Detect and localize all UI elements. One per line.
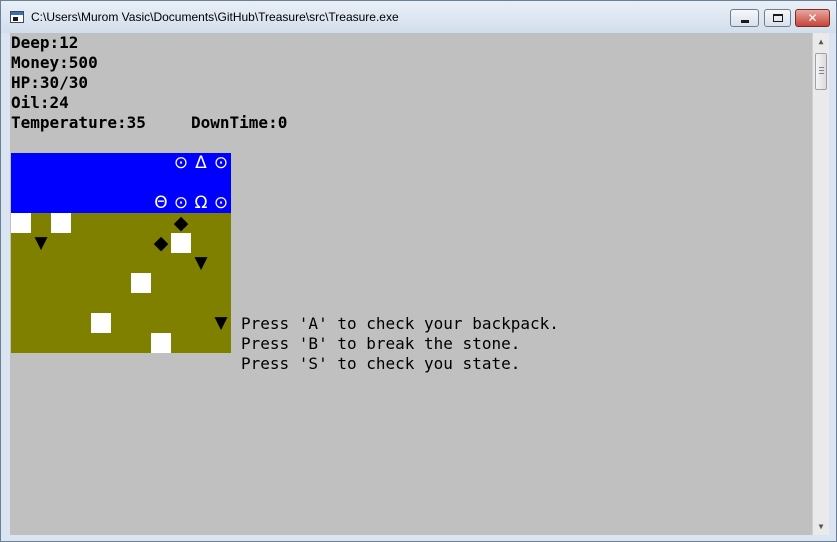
sky-symbol-theta: Θ bbox=[154, 193, 168, 213]
console-area: Deep:12 Money:500 HP:30/30 Oil:24 Temper… bbox=[10, 33, 812, 535]
console-window: C:\Users\Murom Vasic\Documents\GitHub\Tr… bbox=[0, 0, 837, 542]
help-break-stone: Press 'B' to break the stone. bbox=[241, 334, 521, 353]
down-triangle-icon: ▼ bbox=[194, 253, 208, 273]
sky-symbol-circle-dot: ⊙ bbox=[213, 193, 229, 213]
maximize-icon bbox=[773, 14, 783, 22]
temperature-stat: Temperature:35 bbox=[11, 113, 146, 132]
deep-stat: Deep:12 bbox=[11, 33, 79, 52]
scroll-down-arrow-icon[interactable]: ▼ bbox=[813, 518, 829, 535]
downtime-stat: DownTime:0 bbox=[191, 113, 288, 132]
close-button[interactable]: ✕ bbox=[795, 9, 830, 27]
treasure-diamond-icon: ◆ bbox=[173, 212, 189, 234]
stone-block bbox=[51, 213, 71, 233]
stone-block bbox=[171, 233, 191, 253]
scroll-up-arrow-icon[interactable]: ▲ bbox=[813, 33, 829, 50]
sky-symbol-circle-dot: ⊙ bbox=[173, 193, 189, 213]
minimize-button[interactable] bbox=[730, 9, 759, 27]
game-map: ⊙ Δ ⊙ Θ ⊙ Ω ⊙ ◆ ◆ ▼ ▼ ▼ bbox=[11, 153, 231, 353]
sky-symbol-circle-dot: ⊙ bbox=[173, 153, 189, 173]
stone-block bbox=[131, 273, 151, 293]
hp-stat: HP:30/30 bbox=[11, 73, 89, 92]
sky-symbol-circle-dot: ⊙ bbox=[213, 153, 229, 173]
down-triangle-icon: ▼ bbox=[34, 233, 48, 253]
treasure-diamond-icon: ◆ bbox=[153, 232, 169, 254]
down-triangle-icon: ▼ bbox=[214, 313, 228, 333]
vertical-scrollbar[interactable]: ▲ ▼ bbox=[812, 33, 829, 535]
scrollbar-thumb[interactable] bbox=[815, 53, 827, 90]
window-title: C:\Users\Murom Vasic\Documents\GitHub\Tr… bbox=[31, 10, 399, 24]
stone-block bbox=[11, 213, 31, 233]
sky-area: ⊙ Δ ⊙ Θ ⊙ Ω ⊙ bbox=[11, 153, 231, 213]
minimize-icon bbox=[741, 20, 749, 23]
close-icon: ✕ bbox=[807, 11, 818, 25]
console-app-icon[interactable] bbox=[10, 11, 24, 23]
maximize-button[interactable] bbox=[764, 9, 791, 27]
stone-block bbox=[91, 313, 111, 333]
sky-symbol-delta: Δ bbox=[195, 153, 207, 173]
title-bar[interactable]: C:\Users\Murom Vasic\Documents\GitHub\Tr… bbox=[1, 1, 836, 33]
help-backpack: Press 'A' to check your backpack. bbox=[241, 314, 559, 333]
ground-area: ◆ ◆ ▼ ▼ ▼ bbox=[11, 213, 231, 353]
help-check-state: Press 'S' to check you state. bbox=[241, 354, 521, 373]
money-stat: Money:500 bbox=[11, 53, 98, 72]
oil-stat: Oil:24 bbox=[11, 93, 69, 112]
sky-symbol-omega: Ω bbox=[194, 193, 208, 213]
stone-block bbox=[151, 333, 171, 353]
